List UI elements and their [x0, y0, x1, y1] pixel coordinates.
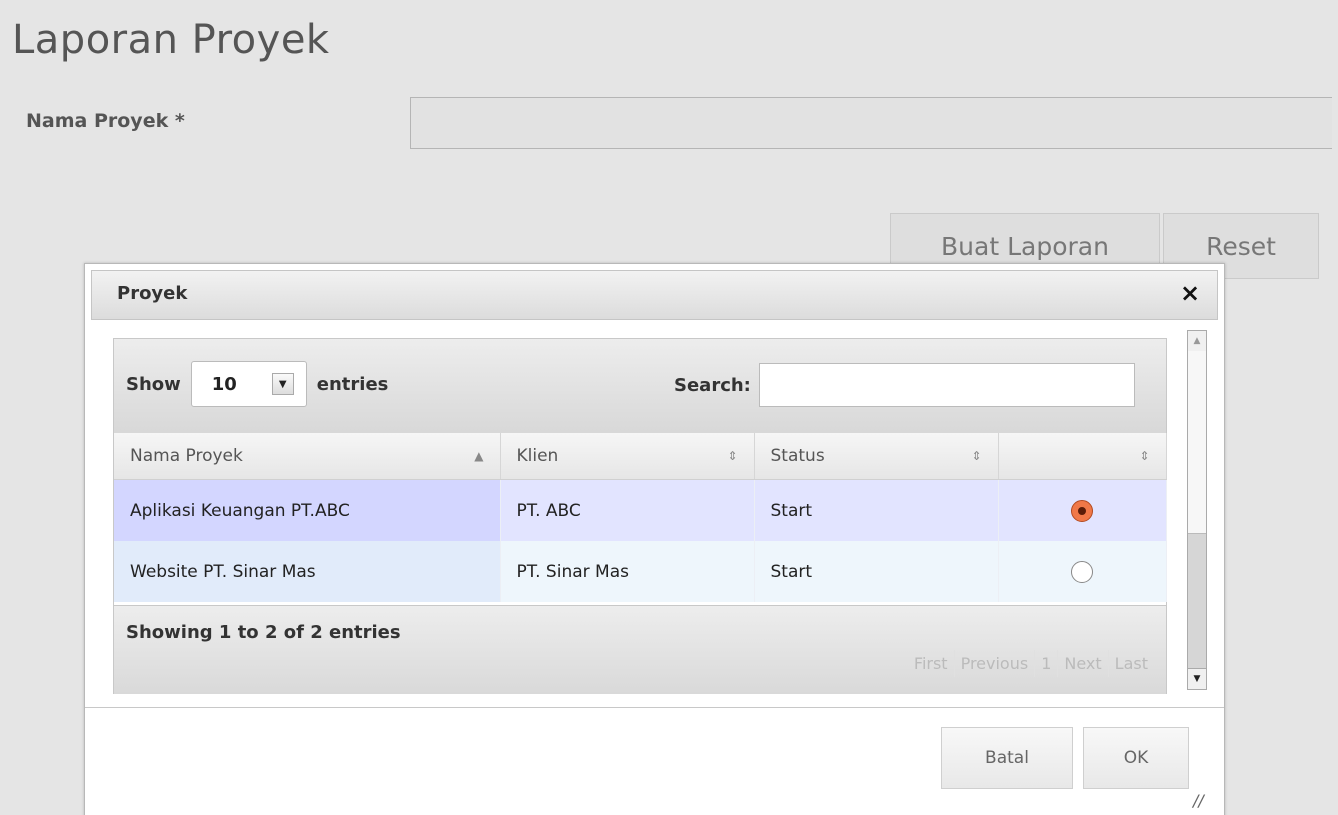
sort-both-icon: ⇕ — [971, 449, 982, 463]
pagination: First Previous 1 Next Last — [908, 650, 1154, 677]
cell-client: PT. ABC — [500, 479, 755, 541]
table-row[interactable]: Aplikasi Keuangan PT.ABC PT. ABC Start — [114, 479, 1167, 541]
search-label: Search: — [674, 374, 751, 396]
column-header-label: Nama Proyek — [130, 446, 243, 466]
sort-both-icon: ⇕ — [1139, 449, 1150, 463]
scroll-down-icon[interactable]: ▼ — [1188, 668, 1206, 689]
entries-label: entries — [316, 373, 389, 395]
column-header-project-name[interactable]: Nama Proyek ▲ — [114, 433, 501, 480]
project-name-input[interactable] — [410, 97, 1332, 149]
table-footer: Showing 1 to 2 of 2 entries First Previo… — [114, 605, 1166, 694]
pagination-previous[interactable]: Previous — [953, 650, 1035, 677]
column-header-label: Status — [770, 446, 825, 466]
cancel-button[interactable]: Batal — [941, 727, 1073, 789]
scroll-up-icon[interactable]: ▲ — [1188, 331, 1206, 352]
column-header-label: Klien — [516, 446, 559, 466]
pagination-next[interactable]: Next — [1057, 650, 1107, 677]
cell-select — [998, 541, 1167, 602]
page-title: Laporan Proyek — [12, 17, 330, 63]
cell-status: Start — [754, 541, 999, 602]
table-toolbar: Show 10 ▼ entries Search: — [114, 339, 1166, 433]
cell-status: Start — [754, 479, 999, 541]
entries-select[interactable]: 10 ▼ — [190, 361, 307, 407]
ok-button[interactable]: OK — [1083, 727, 1189, 789]
scrollbar-thumb[interactable] — [1188, 351, 1206, 534]
dialog-content: Show 10 ▼ entries Search: Nama Proyek ▲ … — [107, 334, 1225, 694]
sort-ascending-icon: ▲ — [474, 449, 484, 463]
pagination-page-1[interactable]: 1 — [1034, 650, 1057, 677]
column-header-select[interactable]: ⇕ — [998, 433, 1167, 480]
entries-select-value: 10 — [211, 373, 237, 395]
pagination-first[interactable]: First — [908, 650, 954, 677]
show-label: Show — [126, 373, 181, 395]
table-row[interactable]: Website PT. Sinar Mas PT. Sinar Mas Star… — [114, 541, 1167, 602]
pagination-last[interactable]: Last — [1107, 650, 1154, 677]
dialog-scrollbar[interactable]: ▲ ▼ — [1187, 330, 1207, 690]
project-table-wrapper: Show 10 ▼ entries Search: Nama Proyek ▲ … — [113, 338, 1167, 694]
search-input[interactable] — [758, 363, 1135, 407]
project-dialog: Proyek × Show 10 ▼ entries Search: Nama … — [84, 263, 1225, 815]
resize-handle-icon[interactable]: // — [1193, 791, 1213, 811]
project-name-label: Nama Proyek * — [26, 110, 185, 132]
column-header-status[interactable]: Status ⇕ — [754, 433, 999, 480]
dialog-divider — [85, 707, 1224, 708]
report-page: Laporan Proyek Nama Proyek * Buat Lapora… — [0, 0, 1338, 815]
cell-project-name: Aplikasi Keuangan PT.ABC — [114, 479, 501, 541]
row-radio[interactable] — [1071, 560, 1093, 583]
cell-project-name: Website PT. Sinar Mas — [114, 541, 501, 602]
table-header-row: Nama Proyek ▲ Klien ⇕ Status ⇕ ⇕ — [114, 433, 1167, 480]
dialog-title: Proyek — [117, 283, 188, 304]
project-table: Nama Proyek ▲ Klien ⇕ Status ⇕ ⇕ Aplikas… — [114, 433, 1167, 602]
close-icon[interactable]: × — [1177, 280, 1203, 306]
dialog-titlebar[interactable]: Proyek × — [91, 270, 1218, 320]
cell-select — [998, 479, 1167, 541]
chevron-down-icon: ▼ — [271, 373, 294, 395]
row-radio-selected[interactable] — [1071, 499, 1093, 522]
table-info: Showing 1 to 2 of 2 entries — [126, 622, 401, 643]
entries-length-control: Show 10 ▼ entries — [126, 361, 388, 407]
cell-client: PT. Sinar Mas — [500, 541, 755, 602]
search-control: Search: — [674, 363, 1135, 407]
column-header-client[interactable]: Klien ⇕ — [500, 433, 755, 480]
sort-both-icon: ⇕ — [727, 449, 738, 463]
